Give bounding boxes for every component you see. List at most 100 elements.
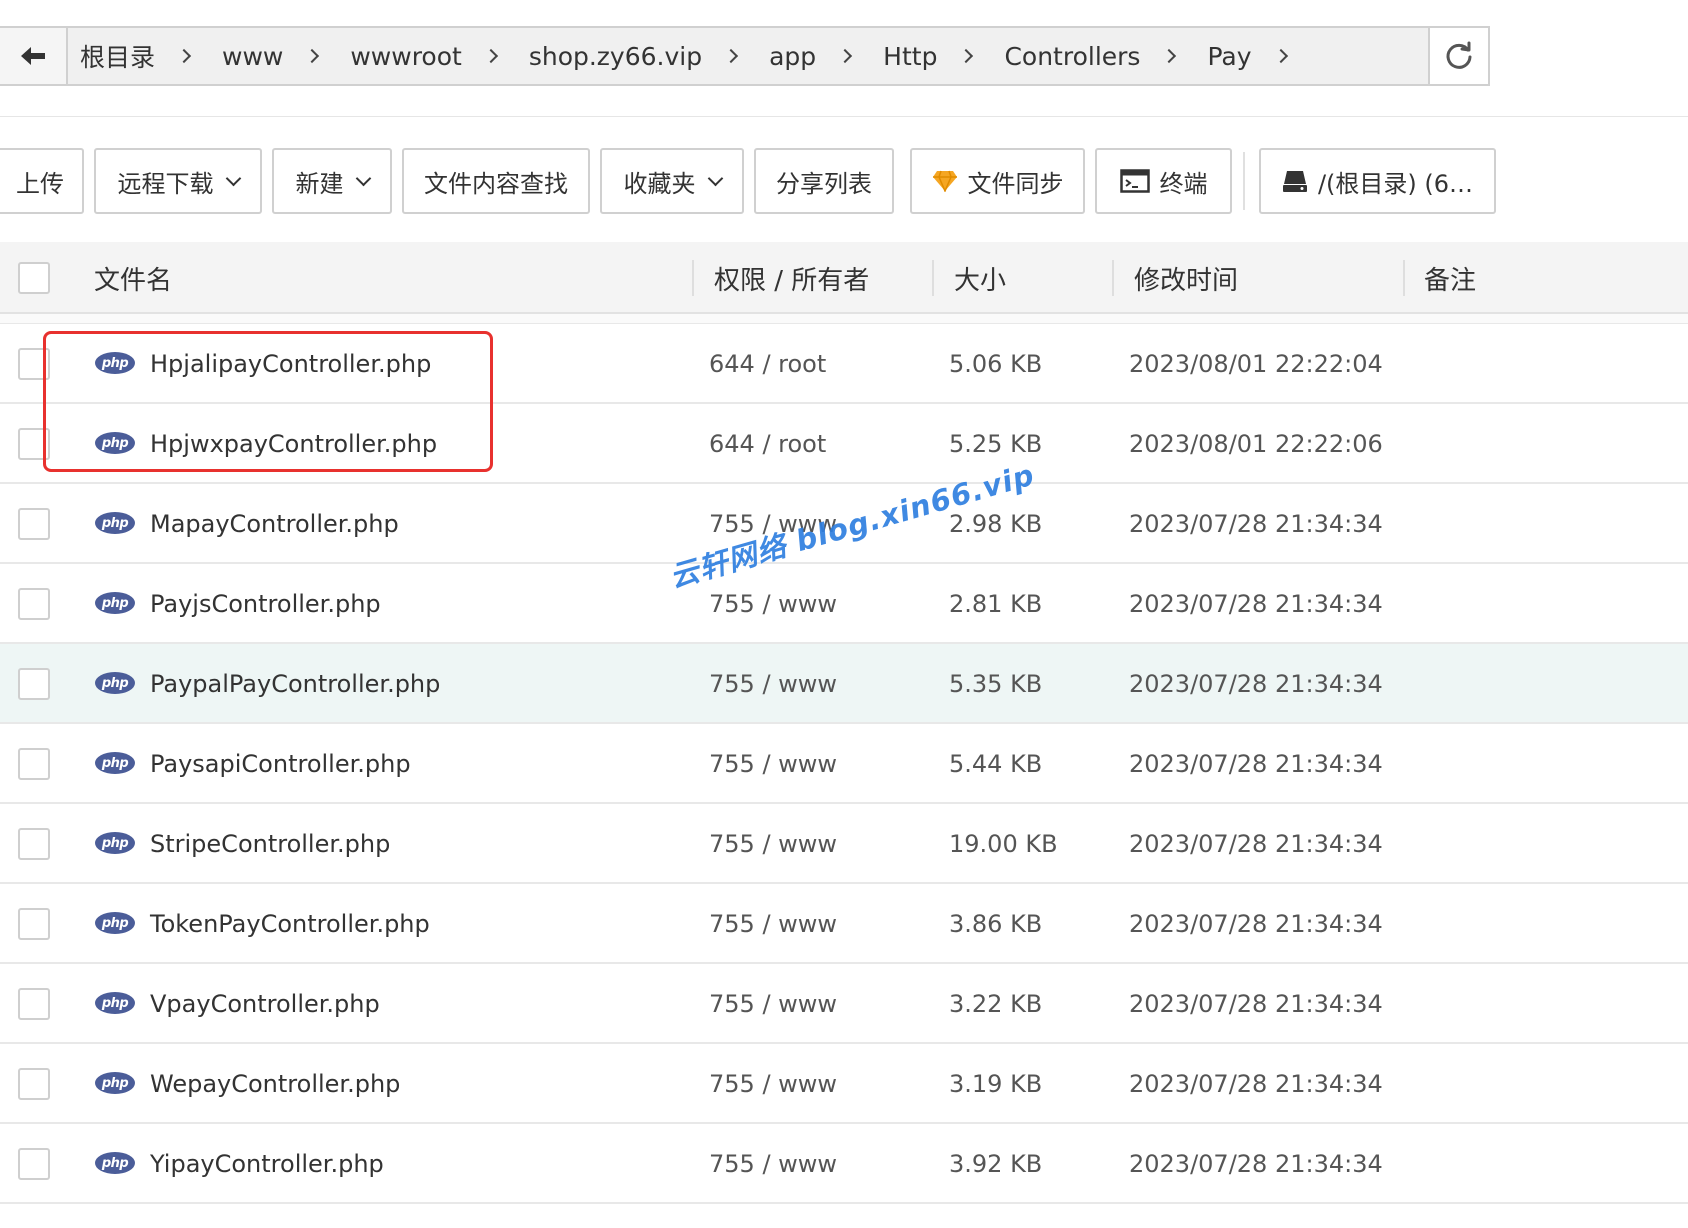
file-mtime: 2023/07/28 21:34:34 xyxy=(1129,830,1383,858)
file-size: 5.35 KB xyxy=(949,670,1043,698)
file-permission[interactable]: 755 / www xyxy=(709,884,837,964)
file-name[interactable]: TokenPayController.php xyxy=(150,884,430,964)
file-size: 5.44 KB xyxy=(949,750,1043,778)
breadcrumb-item[interactable]: Http xyxy=(883,42,937,71)
back-arrow-icon xyxy=(21,47,45,65)
file-name[interactable]: HpjwxpayController.php xyxy=(150,404,437,484)
select-all-checkbox[interactable] xyxy=(18,262,50,294)
breadcrumb-item[interactable]: 根目录 xyxy=(80,38,155,74)
file-permission[interactable]: 755 / www xyxy=(709,804,837,884)
refresh-icon xyxy=(1446,41,1472,69)
upload-button[interactable]: 上传 xyxy=(0,148,84,214)
file-name[interactable]: PayjsController.php xyxy=(150,564,381,644)
disk-icon xyxy=(1282,171,1307,192)
new-button[interactable]: 新建 xyxy=(272,148,392,214)
table-header: 文件名 权限 / 所有者 大小 修改时间 备注 xyxy=(0,242,1688,314)
row-checkbox[interactable] xyxy=(18,668,50,700)
terminal-button[interactable]: 终端 xyxy=(1095,148,1232,214)
remote-download-button[interactable]: 远程下载 xyxy=(94,148,262,214)
table-row[interactable]: php PaysapiController.php 755 / www 5.44 KB… xyxy=(0,724,1688,804)
toolbar-separator xyxy=(1243,152,1245,210)
file-permission[interactable]: 644 / root xyxy=(709,324,826,404)
remote-download-label: 远程下载 xyxy=(117,169,214,198)
chevron-right-icon xyxy=(838,48,853,64)
file-name[interactable]: YipayController.php xyxy=(150,1124,384,1204)
favorites-button[interactable]: 收藏夹 xyxy=(600,148,744,214)
table-row[interactable]: php MapayController.php 755 / www 2.98 KB 20… xyxy=(0,484,1688,564)
file-size: 3.22 KB xyxy=(949,990,1043,1018)
table-row[interactable]: php VpayController.php 755 / www 3.22 KB 202… xyxy=(0,964,1688,1044)
breadcrumb-item[interactable]: app xyxy=(769,42,816,71)
file-name[interactable]: PaysapiController.php xyxy=(150,724,411,804)
file-name[interactable]: HpjalipayController.php xyxy=(150,324,431,404)
file-permission[interactable]: 644 / root xyxy=(709,404,826,484)
file-permission[interactable]: 755 / www xyxy=(709,1124,837,1204)
file-permission[interactable]: 755 / www xyxy=(709,484,837,564)
header-size[interactable]: 大小 xyxy=(954,242,1006,314)
file-name[interactable]: VpayController.php xyxy=(150,964,380,1044)
header-name[interactable]: 文件名 xyxy=(94,242,172,314)
column-separator xyxy=(1112,260,1114,296)
row-checkbox[interactable] xyxy=(18,1068,50,1100)
php-file-icon: php xyxy=(95,752,135,774)
column-separator xyxy=(932,260,934,296)
file-mtime: 2023/07/28 21:34:34 xyxy=(1129,590,1383,618)
table-row[interactable]: php TokenPayController.php 755 / www 3.86 K… xyxy=(0,884,1688,964)
content-search-button[interactable]: 文件内容查找 xyxy=(402,148,590,214)
column-separator xyxy=(1403,260,1405,296)
row-checkbox[interactable] xyxy=(18,908,50,940)
breadcrumb-item[interactable]: wwwroot xyxy=(350,42,461,71)
file-permission[interactable]: 755 / www xyxy=(709,564,837,644)
table-row[interactable]: php WepayController.php 755 / www 3.19 KB 20… xyxy=(0,1044,1688,1124)
file-name[interactable]: MapayController.php xyxy=(150,484,399,564)
file-size: 3.19 KB xyxy=(949,1070,1043,1098)
breadcrumb-item[interactable]: www xyxy=(222,42,283,71)
row-checkbox[interactable] xyxy=(18,348,50,380)
header-gap xyxy=(0,314,1688,324)
row-checkbox[interactable] xyxy=(18,428,50,460)
back-button[interactable] xyxy=(0,26,68,86)
header-note[interactable]: 备注 xyxy=(1424,242,1476,314)
file-name[interactable]: StripeController.php xyxy=(150,804,390,884)
table-row[interactable]: php PaypalPayController.php 755 / www 5.35 … xyxy=(0,644,1688,724)
file-permission[interactable]: 755 / www xyxy=(709,1044,837,1124)
row-checkbox[interactable] xyxy=(18,508,50,540)
php-file-icon: php xyxy=(95,592,135,614)
file-permission[interactable]: 755 / www xyxy=(709,964,837,1044)
chevron-right-icon xyxy=(483,48,498,64)
table-row[interactable]: php HpjwxpayController.php 644 / root 5.25 … xyxy=(0,404,1688,484)
header-mtime[interactable]: 修改时间 xyxy=(1134,242,1238,314)
upload-label: 上传 xyxy=(16,169,64,198)
row-checkbox[interactable] xyxy=(18,588,50,620)
php-file-icon: php xyxy=(95,832,135,854)
file-sync-button[interactable]: 文件同步 xyxy=(910,148,1085,214)
file-permission[interactable]: 755 / www xyxy=(709,724,837,804)
share-list-button[interactable]: 分享列表 xyxy=(754,148,894,214)
table-row[interactable]: php PayjsController.php 755 / www 2.81 KB 20… xyxy=(0,564,1688,644)
php-file-icon: php xyxy=(95,1152,135,1174)
file-mtime: 2023/07/28 21:34:34 xyxy=(1129,990,1383,1018)
breadcrumb-item[interactable]: shop.zy66.vip xyxy=(529,42,702,71)
breadcrumb-item[interactable]: Controllers xyxy=(1004,42,1140,71)
content-search-label: 文件内容查找 xyxy=(424,169,568,198)
header-perm[interactable]: 权限 / 所有者 xyxy=(714,242,869,314)
row-checkbox[interactable] xyxy=(18,748,50,780)
row-checkbox[interactable] xyxy=(18,828,50,860)
table-row[interactable]: php HpjalipayController.php 644 / root 5.06… xyxy=(0,324,1688,404)
column-separator xyxy=(692,260,694,296)
file-name[interactable]: PaypalPayController.php xyxy=(150,644,440,724)
refresh-button[interactable] xyxy=(1428,26,1490,86)
row-checkbox[interactable] xyxy=(18,1148,50,1180)
table-row[interactable]: php StripeController.php 755 / www 19.00 KB… xyxy=(0,804,1688,884)
table-row[interactable]: php YipayController.php 755 / www 3.92 KB 20… xyxy=(0,1124,1688,1204)
file-size: 3.86 KB xyxy=(949,910,1043,938)
disk-label: /(根目录) (6… xyxy=(1317,169,1474,198)
row-checkbox[interactable] xyxy=(18,988,50,1020)
file-mtime: 2023/07/28 21:34:34 xyxy=(1129,670,1383,698)
breadcrumb-item[interactable]: Pay xyxy=(1207,42,1251,71)
toolbar: 上传 远程下载 新建 文件内容查找 收藏夹 分享列表 文件同步 终端 /(根目录… xyxy=(0,148,1688,214)
terminal-icon xyxy=(1119,169,1150,193)
disk-button[interactable]: /(根目录) (6… xyxy=(1259,148,1496,214)
file-permission[interactable]: 755 / www xyxy=(709,644,837,724)
file-name[interactable]: WepayController.php xyxy=(150,1044,400,1124)
